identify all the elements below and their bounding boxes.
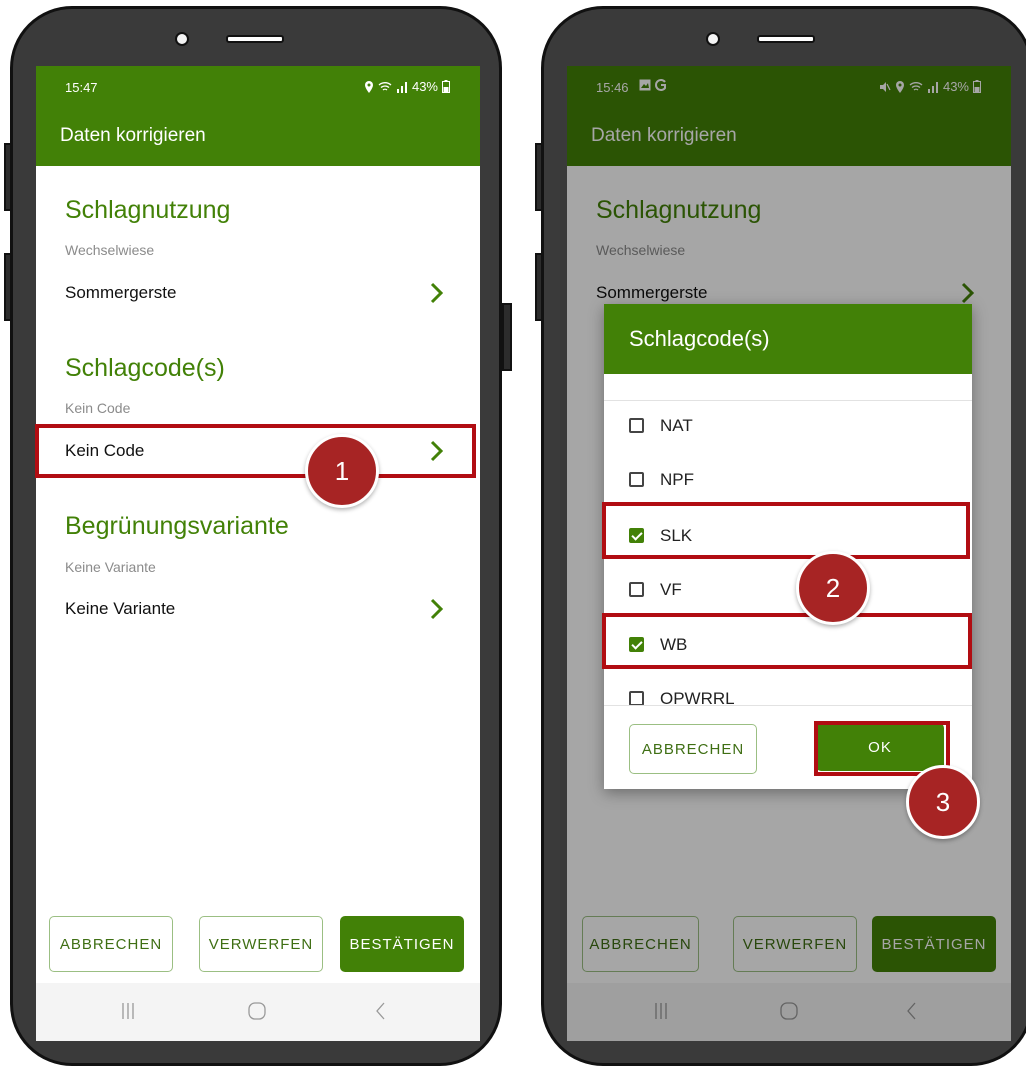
list-item-opwrrl[interactable]: OPWRRL [604,674,972,705]
checkbox[interactable] [629,418,644,433]
begruenungsvariante-selector[interactable]: Keine Variante [36,587,480,633]
dialog-cancel-button[interactable]: ABBRECHEN [629,724,757,774]
step-badge-2: 2 [796,551,870,625]
speaker [757,35,815,43]
cancel-button[interactable]: ABBRECHEN [49,916,173,972]
section-subtitle: Wechselwiese [65,242,155,258]
schlagnutzung-selector[interactable]: Sommergerste [36,271,480,317]
battery-icon [442,80,450,93]
recent-apps-icon[interactable] [120,1001,136,1021]
confirm-button[interactable]: BESTÄTIGEN [340,916,464,972]
selector-value: Sommergerste [65,283,177,302]
step-badge-1: 1 [305,434,379,508]
phone-side-button [502,303,512,371]
status-bar: 15:47 43% [36,66,480,104]
selector-value: Keine Variante [65,599,176,618]
section-title-schlagcodes: Schlagcode(s) [65,354,225,382]
list-item-label: OPWRRL [660,689,735,705]
camera [706,32,720,46]
app-bar-title: Daten korrigieren [60,125,206,146]
dialog-header: Schlagcode(s) [604,304,972,374]
bottom-action-bar: ABBRECHEN VERWERFEN BESTÄTIGEN [36,916,480,978]
camera [175,32,189,46]
list-item-npf[interactable]: NPF [604,455,972,507]
signal-icon [396,81,407,93]
speaker [226,35,284,43]
chevron-right-icon [430,598,444,620]
step-badge-3: 3 [906,765,980,839]
divider [604,705,972,706]
system-nav-bar [36,983,480,1041]
list-item-nat[interactable]: NAT [604,401,972,453]
chevron-right-icon [430,282,444,304]
app-bar: Daten korrigieren [36,104,480,166]
checkbox[interactable] [629,472,644,487]
checkbox[interactable] [629,691,644,705]
section-title-begruenungsvariante: Begrünungsvariante [65,512,289,540]
highlight-box-step2a [602,502,970,559]
back-icon[interactable] [374,1001,386,1021]
highlight-box-step2b [602,613,972,669]
screen-left: 15:47 43% Daten korrigieren Schlagnutzun… [36,66,480,1041]
battery-text: 43% [411,79,438,94]
section-subtitle: Keine Variante [65,559,156,575]
checkbox[interactable] [629,582,644,597]
section-title-schlagnutzung: Schlagnutzung [65,196,231,224]
status-icons: 43% [364,79,450,94]
section-subtitle: Kein Code [65,400,131,416]
status-time: 15:47 [65,80,98,95]
wifi-icon [378,81,392,91]
list-item-label: NPF [660,470,694,489]
highlight-box-step1 [35,424,476,478]
home-icon[interactable] [247,1001,267,1021]
list-item-label: NAT [660,416,693,435]
discard-button[interactable]: VERWERFEN [199,916,323,972]
list-item-vf[interactable]: VF [604,565,972,617]
location-icon [364,80,373,93]
dialog-title: Schlagcode(s) [629,326,770,351]
list-item-label: VF [660,580,682,599]
